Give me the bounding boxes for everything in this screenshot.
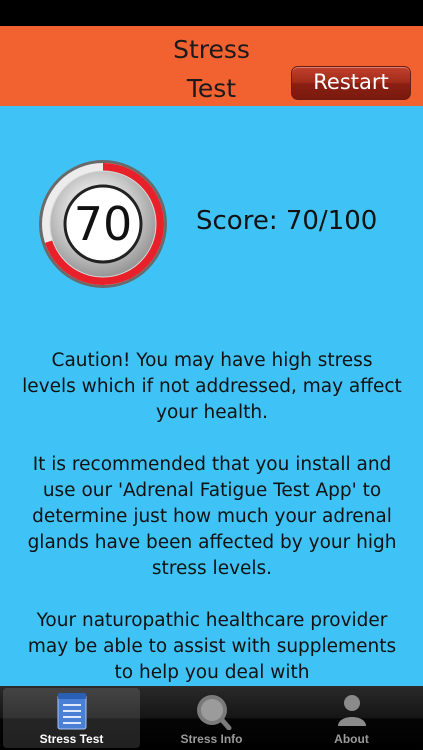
- tab-label: About: [334, 732, 369, 746]
- magnifier-icon: [196, 695, 231, 730]
- message-paragraph: Caution! You may have high stress levels…: [22, 350, 402, 423]
- tab-stress-info[interactable]: Stress Info: [143, 688, 280, 748]
- person-icon: [337, 695, 366, 726]
- page-title-line-1: Stress: [173, 35, 250, 64]
- header-bar: Stress Test Restart: [0, 26, 423, 106]
- results-panel: 70 Score: 70/100 Caution! You may have h…: [0, 106, 423, 686]
- notepad-icon: [57, 693, 86, 730]
- message-paragraph: Your naturopathic healthcare provider ma…: [27, 610, 397, 683]
- tab-label: Stress Info: [180, 732, 243, 746]
- status-bar: [0, 0, 423, 26]
- page-title-line-2: Test: [186, 74, 237, 103]
- tab-label: Stress Test: [39, 732, 104, 746]
- message-paragraph: It is recommended that you install and u…: [27, 454, 397, 579]
- tab-bar: Stress Test Stress Info About: [0, 686, 423, 750]
- score-gauge: 70: [36, 157, 170, 291]
- tab-stress-test[interactable]: Stress Test: [3, 688, 140, 748]
- score-text: Score: 70/100: [196, 206, 378, 236]
- gauge-value: 70: [73, 197, 133, 251]
- tab-about[interactable]: About: [283, 688, 420, 748]
- restart-button[interactable]: Restart: [291, 66, 411, 100]
- result-message: Caution! You may have high stress levels…: [22, 348, 402, 686]
